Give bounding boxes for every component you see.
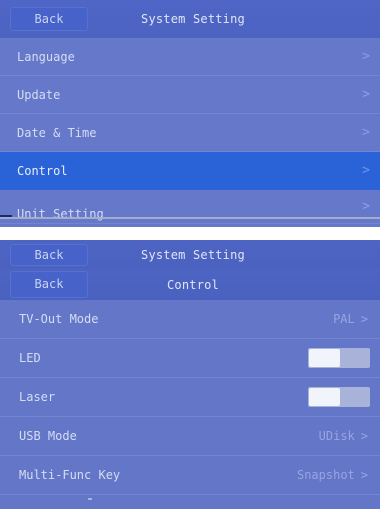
setting-label: Multi-Func Key bbox=[19, 468, 121, 482]
menu-item-label: Language bbox=[17, 49, 75, 64]
control-screen: Back System Setting Back Control TV-Out … bbox=[0, 240, 380, 509]
chevron-right-icon: > bbox=[362, 49, 370, 64]
header-bar: Back System Setting bbox=[0, 0, 380, 38]
setting-label: Laser bbox=[19, 390, 56, 404]
scroll-indicator bbox=[88, 498, 92, 500]
multi-func-key-select[interactable]: Snapshot > bbox=[297, 456, 368, 494]
setting-value: UDisk bbox=[318, 429, 355, 443]
toggle-knob bbox=[309, 388, 340, 406]
usb-mode-select[interactable]: UDisk > bbox=[319, 417, 368, 455]
menu-item-date-time[interactable]: Date & Time > bbox=[0, 114, 380, 152]
toggle-knob bbox=[309, 349, 340, 367]
menu-item-label: Date & Time bbox=[17, 125, 97, 140]
led-toggle[interactable] bbox=[308, 348, 370, 368]
chevron-right-icon: > bbox=[360, 429, 368, 443]
page-title: System Setting bbox=[141, 12, 245, 26]
setting-multi-func-key: Multi-Func Key Snapshot > bbox=[0, 456, 380, 495]
system-setting-screen: Back System Setting Language > Update > … bbox=[0, 0, 380, 227]
chevron-right-icon: > bbox=[360, 468, 368, 482]
parent-header-bar: Back System Setting bbox=[0, 240, 380, 269]
back-button[interactable]: Back bbox=[10, 244, 88, 266]
page-title: Control bbox=[167, 277, 219, 292]
chevron-right-icon: > bbox=[362, 125, 370, 140]
transition-divider bbox=[0, 217, 380, 219]
setting-label: TV-Out Mode bbox=[19, 312, 99, 326]
laser-toggle[interactable] bbox=[308, 387, 370, 407]
setting-label: LED bbox=[19, 351, 41, 365]
menu-item-language[interactable]: Language > bbox=[0, 38, 380, 76]
parent-page-title: System Setting bbox=[141, 247, 245, 262]
setting-tv-out-mode: TV-Out Mode PAL > bbox=[0, 300, 380, 339]
menu-item-control[interactable]: Control > bbox=[0, 152, 380, 190]
menu-item-label: Control bbox=[17, 163, 68, 178]
setting-value: Snapshot bbox=[296, 468, 355, 482]
back-button[interactable]: Back bbox=[10, 271, 88, 298]
chevron-right-icon: > bbox=[360, 312, 368, 326]
menu-item-label: Update bbox=[17, 87, 61, 102]
setting-usb-mode: USB Mode UDisk > bbox=[0, 417, 380, 456]
setting-laser: Laser bbox=[0, 378, 380, 417]
chevron-right-icon: > bbox=[362, 163, 370, 178]
setting-value: PAL bbox=[333, 312, 355, 326]
tv-out-mode-select[interactable]: PAL > bbox=[333, 300, 368, 338]
setting-led: LED bbox=[0, 339, 380, 378]
menu-item-update[interactable]: Update > bbox=[0, 76, 380, 114]
header-bar: Back Control bbox=[0, 269, 380, 300]
chevron-right-icon: > bbox=[362, 87, 370, 102]
setting-label: USB Mode bbox=[19, 429, 77, 443]
back-button[interactable]: Back bbox=[10, 7, 88, 31]
